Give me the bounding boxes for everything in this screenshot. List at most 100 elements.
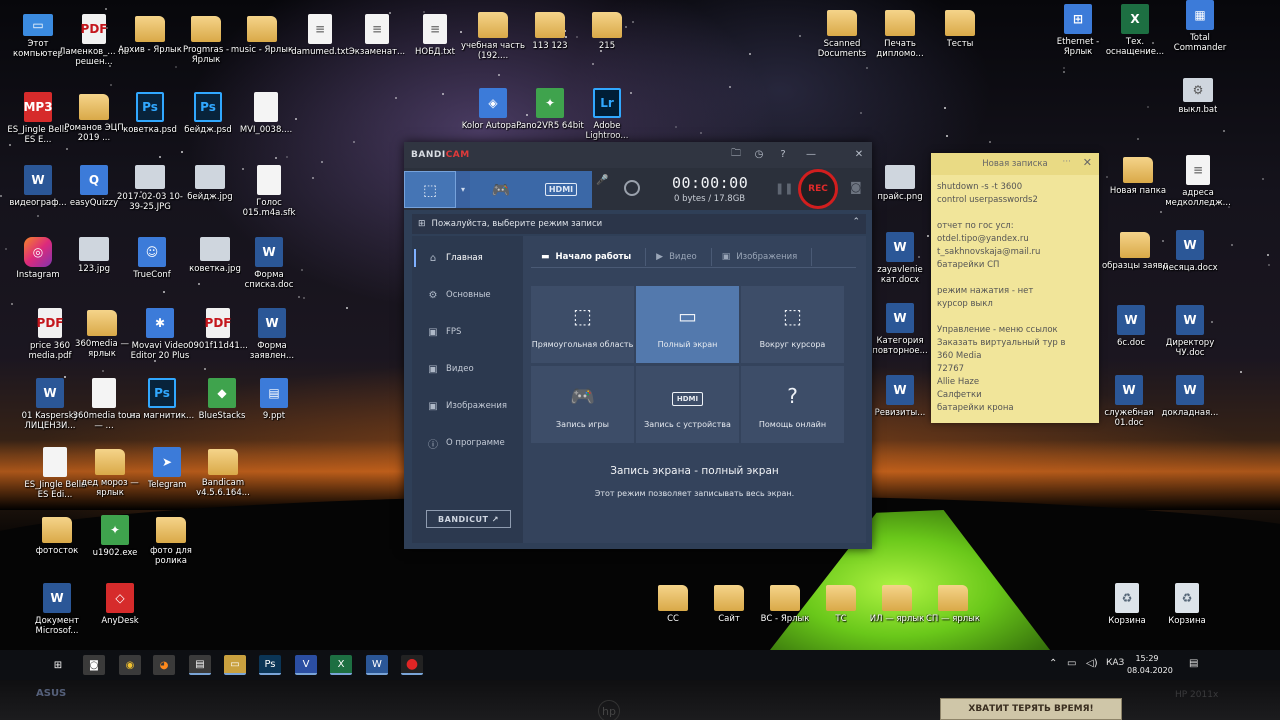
desktop-icon[interactable]: Wzayavlenie кат.docx	[865, 232, 935, 296]
desktop-icon[interactable]: W Ревизиты...	[865, 375, 935, 439]
language-indicator[interactable]: КАЗ	[1106, 658, 1124, 668]
rectangle-select-icon: ⬚	[573, 304, 592, 328]
game-mode-button[interactable]: 🎮	[470, 171, 532, 208]
online-help-tile[interactable]: ? Помощь онлайн	[741, 366, 844, 443]
close-button[interactable]: ✕	[850, 146, 868, 162]
desktop-icon-label: TrueConf	[133, 270, 171, 280]
sticky-note[interactable]: Новая записка ··· ✕ shutdown -s -t 3600 c…	[931, 153, 1099, 423]
game-record-tile[interactable]: 🎮 Запись игры	[531, 366, 634, 443]
desktop-icon-label: Корзина	[1168, 616, 1206, 626]
rec-button[interactable]: REC	[798, 169, 838, 209]
sidebar-item-4[interactable]: ▣ Видео	[412, 356, 523, 382]
help-icon[interactable]: ?	[774, 146, 792, 162]
desktop-icon[interactable]: Тесты	[925, 8, 995, 72]
volume-icon[interactable]: ◁)	[1086, 658, 1098, 669]
desktop-icon[interactable]: X Тех. оснащение...	[1100, 4, 1170, 68]
close-icon[interactable]: ✕	[1083, 156, 1092, 169]
desktop-icon[interactable]: фото для ролика	[136, 515, 206, 579]
desktop-icon[interactable]: Голос 015.m4a.sfk	[234, 165, 304, 229]
pause-icon[interactable]: ❚❚	[775, 182, 793, 195]
folder-icon[interactable]: 🗀	[727, 146, 745, 162]
rectangle-mode-tile[interactable]: ⬚ Прямоугольная область	[531, 286, 634, 363]
taskbar-explorer-icon[interactable]: ▭	[224, 655, 246, 675]
desktop-icon[interactable]: ☺ TrueConf	[117, 237, 187, 301]
desktop-icon[interactable]: ≡ адреса медколледж...	[1163, 155, 1233, 219]
gamepad-icon: 🎮	[491, 180, 511, 199]
tab-1[interactable]: ▬ Начало работы	[531, 248, 647, 266]
device-mode-button[interactable]: HDMI	[530, 171, 592, 208]
clock[interactable]: 15:29 08.04.2020	[1127, 653, 1173, 677]
screen-mode-dropdown[interactable]: ▾	[456, 171, 470, 208]
desktop-icon[interactable]: W Категория повторное...	[865, 303, 935, 367]
folder-icon	[42, 517, 72, 543]
sidebar-item-5[interactable]: ▣ Изображения	[412, 393, 523, 419]
bezel-sticker: ХВАТИТ ТЕРЯТЬ ВРЕМЯ!	[940, 698, 1122, 720]
start-button[interactable]: ⊞	[47, 655, 69, 675]
tab-3[interactable]: ▣ Изображения	[712, 248, 813, 266]
desktop-icon[interactable]: ⚙ выкл.bat	[1163, 78, 1233, 142]
star	[286, 156, 288, 158]
collapse-icon[interactable]: ⌃	[852, 217, 860, 227]
sidebar-item-1[interactable]: ⌂ Главная	[412, 245, 523, 271]
green-icon: ✦	[101, 515, 129, 545]
sidebar-item-3[interactable]: ▣ FPS	[412, 319, 523, 345]
sticky-note-body[interactable]: shutdown -s -t 3600 control userpasswords…	[931, 175, 1099, 415]
desktop-icon[interactable]: Wслужебная 01.doc	[1094, 375, 1164, 439]
title-bar[interactable]: BANDICAM 🗀 ◷ ? — ✕	[404, 142, 872, 168]
desktop-icon[interactable]: Wдокладная...	[1155, 375, 1225, 439]
desktop-icon[interactable]: ◇ AnyDesk	[85, 583, 155, 647]
desktop-icon[interactable]: W Документ Microsof...	[22, 583, 92, 647]
desktop-icon[interactable]: прайс.png	[865, 165, 935, 229]
desktop-icon[interactable]: W Форма заявлен...	[237, 308, 307, 372]
device-record-tile[interactable]: HDMI Запись с устройства	[636, 366, 739, 443]
desktop-icon[interactable]: 215	[572, 10, 642, 74]
desktop-icon[interactable]: ▤ 9.ppt	[239, 378, 309, 442]
desktop-icon-label: выкл.bat	[1178, 105, 1218, 115]
desktop-icon[interactable]: MVI_0038....	[231, 92, 301, 156]
fullscreen-mode-tile[interactable]: ▭ Полный экран	[636, 286, 739, 363]
taskbar-firefox-icon[interactable]: ◕	[153, 655, 175, 675]
desktop-icon-label: ВС - Ярлык	[760, 614, 810, 624]
tab-2[interactable]: ▶ Видео	[646, 248, 712, 266]
mic-icon[interactable]: 🎤	[596, 174, 608, 188]
desktop-icon[interactable]: W Форма списка.doc	[234, 237, 304, 301]
app-icon: ✱	[146, 308, 174, 338]
word-icon: W	[36, 378, 64, 408]
desktop-icon[interactable]: ▦ Total Commander	[1165, 0, 1235, 64]
around-cursor-mode-tile[interactable]: ⬚ Вокруг курсора	[741, 286, 844, 363]
desktop-icon[interactable]: W Директору ЧУ.doc	[1155, 305, 1225, 369]
taskbar-visio-icon[interactable]: V	[295, 655, 317, 675]
webcam-icon[interactable]	[624, 180, 640, 196]
desktop-icon[interactable]: Wмесяца.docx	[1155, 230, 1225, 294]
taskbar-camera-icon[interactable]: ◙	[83, 655, 105, 675]
desktop-icon-label: прайс.png	[877, 192, 923, 202]
ps-icon: Ps	[136, 92, 164, 122]
camera-icon[interactable]: ◙	[850, 180, 862, 194]
tray-chevron-icon[interactable]: ⌃	[1049, 658, 1057, 669]
sticky-note-line: отчет по гос усл:	[937, 221, 1014, 231]
minimize-button[interactable]: —	[802, 146, 820, 162]
app-icon: ➤	[153, 447, 181, 477]
taskbar-excel-icon[interactable]: X	[330, 655, 352, 675]
doc-icon	[92, 378, 116, 408]
desktop-icon[interactable]: ♻ Корзина	[1152, 583, 1222, 647]
bandicut-button[interactable]: BANDICUT ↗	[426, 510, 511, 528]
doc-icon	[43, 447, 67, 477]
sticky-note-header[interactable]: Новая записка ··· ✕	[931, 153, 1099, 175]
taskbar-chrome-icon[interactable]: ◉	[119, 655, 141, 675]
folder-icon	[191, 16, 221, 42]
bandicam-window[interactable]: BANDICAM 🗀 ◷ ? — ✕ ⬚ ▾ 🎮 HDMI 🎤 00:00:00…	[404, 142, 872, 549]
sidebar-item-6[interactable]: ⓘ О программе	[412, 430, 523, 456]
taskbar-word-icon[interactable]: W	[366, 655, 388, 675]
desktop-icon[interactable]: СП — ярлык	[918, 583, 988, 647]
taskbar-bandicam-icon[interactable]: ●	[401, 655, 423, 675]
network-icon[interactable]: ▭	[1067, 658, 1076, 669]
sidebar-item-2[interactable]: ⚙ Основные	[412, 282, 523, 308]
notification-icon[interactable]: ▤	[1189, 658, 1198, 669]
taskbar-photoshop-icon[interactable]: Ps	[259, 655, 281, 675]
screen-mode-button[interactable]: ⬚	[404, 171, 456, 208]
taskbar-app-icon[interactable]: ▤	[189, 655, 211, 675]
more-icon[interactable]: ···	[1062, 157, 1071, 167]
desktop-icon[interactable]: Bandicam v4.5.6.164...	[188, 447, 258, 511]
clock-icon[interactable]: ◷	[750, 146, 768, 162]
